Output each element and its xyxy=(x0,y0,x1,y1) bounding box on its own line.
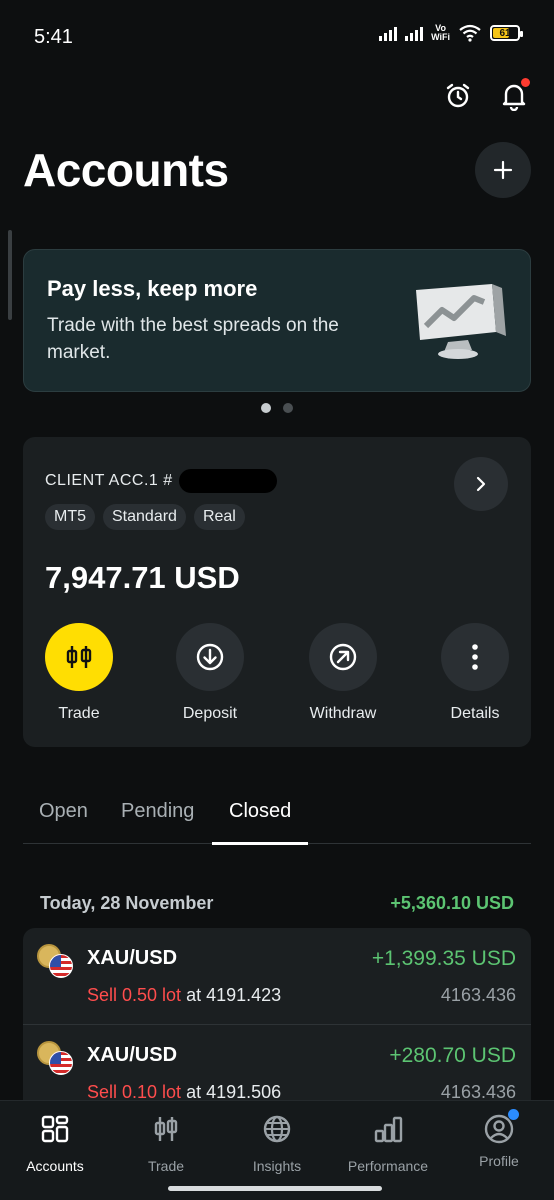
status-icons: Vo WiFi 61 xyxy=(379,24,523,42)
bottom-nav: Accounts Trade Insights Performance Prof… xyxy=(0,1100,554,1200)
status-bar: 5:41 Vo WiFi 61 xyxy=(0,0,554,76)
position-pnl: +1,399.35 USD xyxy=(371,947,516,970)
account-actions: Trade Deposit Withdraw Details xyxy=(23,623,531,727)
carousel-dot-active[interactable] xyxy=(261,403,271,413)
position-symbol: XAU/USD xyxy=(87,1044,178,1066)
position-symbol: XAU/USD xyxy=(87,947,178,969)
vowifi-label: WiFi xyxy=(431,32,450,42)
status-time: 5:41 xyxy=(34,26,73,48)
more-vertical-icon xyxy=(472,644,478,670)
position-side: Sell 0.10 lot xyxy=(87,1082,182,1102)
signal-icon xyxy=(379,25,398,41)
position-open-price: at 4191.423 xyxy=(186,985,282,1005)
nav-profile[interactable]: Profile xyxy=(444,1109,554,1169)
nav-label: Insights xyxy=(252,1158,302,1174)
grid-icon xyxy=(41,1115,69,1143)
account-tag: Real xyxy=(193,504,245,530)
battery-icon: 61 xyxy=(490,25,523,41)
tab-underline xyxy=(212,842,308,845)
candlestick-icon xyxy=(154,1117,178,1141)
redacted-account-number xyxy=(179,469,277,493)
profile-icon-wrap xyxy=(483,1109,519,1145)
position-side: Sell 0.50 lot xyxy=(87,985,182,1005)
alarm-button[interactable] xyxy=(440,78,476,114)
xau-usd-icon xyxy=(37,944,77,980)
chevron-right-icon xyxy=(476,476,486,492)
page-title: Accounts xyxy=(23,144,229,196)
wifi-icon xyxy=(459,24,481,42)
nav-label: Accounts xyxy=(26,1158,84,1174)
nav-performance[interactable]: Performance xyxy=(333,1113,443,1174)
carousel-dots xyxy=(0,403,554,413)
account-balance: 7,947.71 USD xyxy=(45,560,240,595)
carousel-dot[interactable] xyxy=(283,403,293,413)
nav-label: Performance xyxy=(347,1158,429,1174)
bar-chart-icon xyxy=(374,1116,403,1143)
home-indicator[interactable] xyxy=(168,1186,382,1191)
arrow-down-circle-icon xyxy=(196,643,224,671)
promo-banner[interactable]: Pay less, keep more Trade with the best … xyxy=(23,249,531,392)
vowifi-icon: Vo WiFi xyxy=(431,24,450,42)
position-pnl: +280.70 USD xyxy=(389,1044,516,1067)
position-row[interactable]: XAU/USD +280.70 USD Sell 0.10 lot at 419… xyxy=(23,1024,531,1108)
tab-closed[interactable]: Closed xyxy=(229,800,291,823)
date-total: +5,360.10 USD xyxy=(390,893,514,913)
closed-positions-list: XAU/USD +1,399.35 USD Sell 0.50 lot at 4… xyxy=(23,928,531,1108)
promo-body: Trade with the best spreads on the marke… xyxy=(47,315,339,363)
account-open-button[interactable] xyxy=(454,457,508,511)
details-button[interactable]: Details xyxy=(425,623,525,723)
trade-button-circle[interactable] xyxy=(45,623,113,691)
date-label: Today, 28 November xyxy=(40,893,214,913)
arrow-up-right-circle-icon xyxy=(329,643,357,671)
withdraw-button-circle[interactable] xyxy=(309,623,377,691)
details-button-circle[interactable] xyxy=(441,623,509,691)
withdraw-button[interactable]: Withdraw xyxy=(293,623,393,723)
deposit-button-circle[interactable] xyxy=(176,623,244,691)
scroll-indicator xyxy=(8,230,12,320)
alarm-icon xyxy=(446,83,470,108)
candlestick-icon xyxy=(66,646,92,668)
notification-dot xyxy=(521,78,530,87)
us-flag-icon xyxy=(49,954,73,978)
notifications-button[interactable] xyxy=(496,78,532,114)
position-row[interactable]: XAU/USD +1,399.35 USD Sell 0.50 lot at 4… xyxy=(23,928,531,1024)
nav-label: Profile xyxy=(479,1153,519,1169)
account-name: CLIENT ACC.1 # xyxy=(45,472,173,489)
plus-icon xyxy=(493,160,513,180)
nav-trade[interactable]: Trade xyxy=(111,1113,221,1174)
position-open-price: at 4191.506 xyxy=(186,1082,282,1102)
account-tags: MT5 Standard Real xyxy=(45,504,245,530)
tab-pending[interactable]: Pending xyxy=(121,800,194,823)
signal-icon xyxy=(405,25,424,41)
deposit-label: Deposit xyxy=(182,705,238,722)
profile-badge xyxy=(508,1109,519,1120)
battery-percent: 61 xyxy=(499,27,511,39)
deposit-button[interactable]: Deposit xyxy=(160,623,260,723)
nav-accounts[interactable]: Accounts xyxy=(0,1113,110,1174)
trade-button[interactable]: Trade xyxy=(29,623,129,723)
xau-usd-icon xyxy=(37,1041,77,1077)
closed-date-header: Today, 28 November +5,360.10 USD xyxy=(40,893,514,914)
chart-monitor-icon xyxy=(416,284,506,359)
us-flag-icon xyxy=(49,1051,73,1075)
details-label: Details xyxy=(450,705,500,722)
account-tag: Standard xyxy=(103,504,186,530)
position-close-price: 4163.436 xyxy=(440,985,516,1005)
trade-label: Trade xyxy=(58,705,100,722)
nav-insights[interactable]: Insights xyxy=(222,1113,332,1174)
position-detail: Sell 0.50 lot at 4191.423 xyxy=(87,985,281,1006)
account-card: CLIENT ACC.1 # MT5 Standard Real 7,947.7… xyxy=(23,437,531,747)
add-account-button[interactable] xyxy=(475,142,531,198)
withdraw-label: Withdraw xyxy=(309,705,377,722)
positions-tabs: Open Pending Closed xyxy=(23,790,531,845)
tab-open[interactable]: Open xyxy=(39,800,88,823)
account-tag: MT5 xyxy=(45,504,95,530)
nav-label: Trade xyxy=(147,1158,185,1174)
globe-icon xyxy=(263,1115,291,1143)
